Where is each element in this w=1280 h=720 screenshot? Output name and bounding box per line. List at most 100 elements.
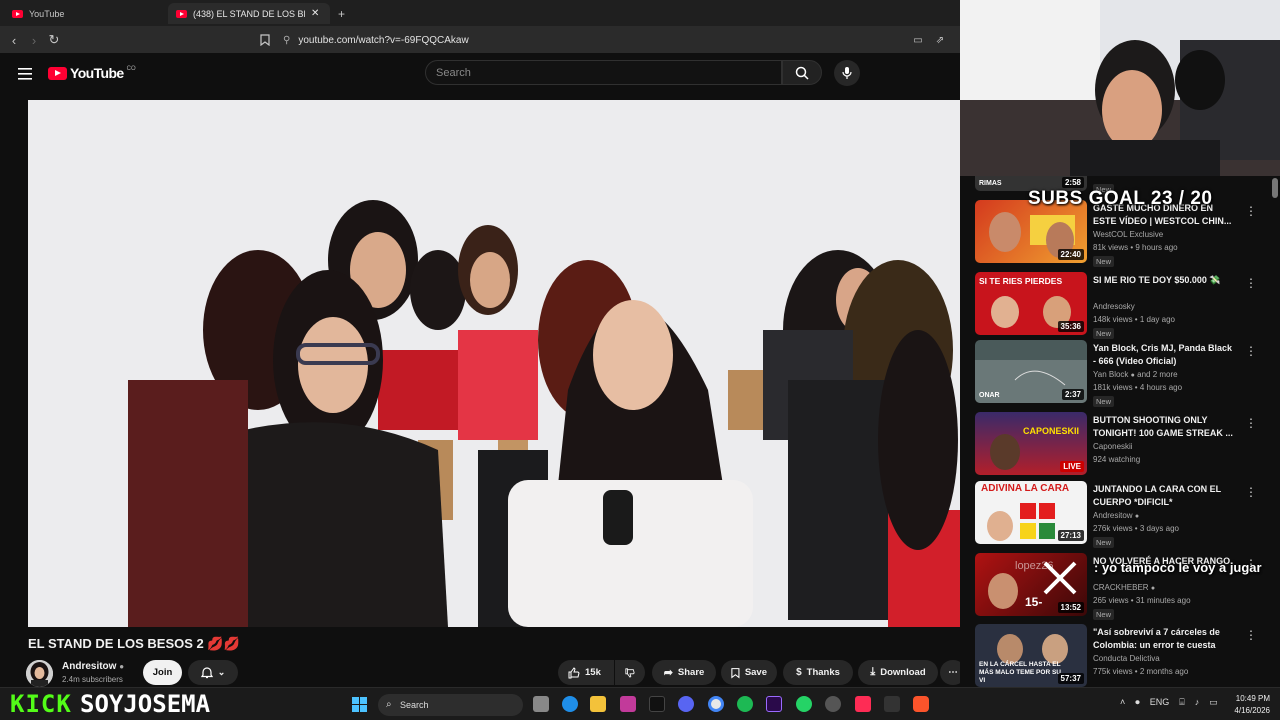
more-options-icon[interactable]: ⋮ [1245, 485, 1257, 499]
video-meta: 775k views • 2 months ago [1093, 667, 1189, 676]
whatsapp-icon[interactable] [796, 696, 812, 712]
save-button[interactable]: Save [721, 660, 777, 685]
join-button[interactable]: Join [143, 660, 182, 685]
notifications-button[interactable]: ⌄ [188, 660, 238, 685]
network-icon[interactable]: ⌸ [1179, 697, 1184, 708]
more-options-icon[interactable]: ⋮ [1245, 276, 1257, 290]
recommendation-item[interactable]: CAPONESKII LIVE BUTTON SHOOTING ONLY TON… [975, 412, 1280, 476]
new-tab-button[interactable]: + [334, 3, 354, 24]
brave-icon[interactable] [913, 696, 929, 712]
video-title[interactable]: "Así sobreviví a 7 cárceles de Colombia:… [1093, 626, 1233, 652]
channel-name[interactable]: Caponeskii [1093, 442, 1133, 451]
video-player[interactable] [28, 100, 965, 627]
clock-date: 4/16/2026 [1234, 706, 1270, 715]
thumbnail-text: SI TE RIES PIERDES [979, 276, 1063, 286]
channel-name-text: Andresitow [1093, 511, 1133, 520]
download-button[interactable]: ⤓ Download [858, 660, 938, 685]
tiktok-icon[interactable] [649, 696, 665, 712]
battery-icon[interactable]: ▭ [1209, 697, 1218, 708]
menu-icon[interactable] [18, 67, 32, 85]
bookmark-icon[interactable] [255, 30, 275, 50]
video-title[interactable]: SI ME RIO TE DOY $50.000 💸 [1093, 274, 1233, 287]
video-title[interactable]: JUNTANDO LA CARA CON EL CUERPO *DIFICIL* [1093, 483, 1233, 509]
like-button[interactable]: 15k [558, 660, 614, 685]
language-indicator[interactable]: ENG [1150, 697, 1170, 708]
windows-start-icon[interactable] [352, 697, 367, 717]
store-icon[interactable] [620, 696, 636, 712]
file-explorer-icon[interactable] [590, 696, 606, 712]
video-title[interactable]: BUTTON SHOOTING ONLY TONIGHT! 100 GAME S… [1093, 414, 1233, 440]
browser-address-bar: ‹ › ↻ ⚲ youtube.com/watch?v=-69FQQCAkaw … [0, 26, 960, 53]
browser-tab-video[interactable]: (438) EL STAND DE LOS BESOS 2 ✕ [168, 3, 330, 24]
thanks-button[interactable]: $ Thanks [783, 660, 853, 685]
search-input[interactable]: Search [425, 60, 782, 85]
channel-name[interactable]: WestCOL Exclusive [1093, 230, 1163, 239]
url-text: youtube.com/watch?v=-69FQQCAkaw [298, 34, 469, 46]
task-view-icon[interactable] [533, 696, 549, 712]
voice-search-button[interactable] [834, 60, 860, 86]
channel-name[interactable]: Andresitow ● [62, 661, 124, 672]
spotify-icon[interactable] [737, 696, 753, 712]
thumbnail-text: RIMAS [979, 180, 1002, 187]
chat-message: : yo tampoco le voy a jugar [1094, 560, 1262, 575]
more-options-icon[interactable]: ⋮ [1245, 628, 1257, 642]
clock[interactable]: 10:49 PM 4/16/2026 [1234, 693, 1270, 717]
youtube-favicon-icon [176, 9, 187, 18]
tray-chevron-icon[interactable]: ˄ [1120, 697, 1125, 708]
tiktok-live-icon[interactable] [855, 696, 871, 712]
share-page-icon[interactable]: ⇗ [930, 30, 950, 50]
channel-name[interactable]: Conducta Delictiva [1093, 654, 1160, 663]
more-options-icon[interactable]: ⋮ [1245, 344, 1257, 358]
video-thumbnail[interactable]: CAPONESKII LIVE [975, 412, 1087, 475]
youtube-favicon-icon [12, 9, 23, 18]
verified-icon: ● [1130, 372, 1135, 379]
channel-name-text: Yan Block [1093, 370, 1129, 379]
video-thumbnail[interactable]: ADIVINA LA CARA 27:13 [975, 481, 1087, 544]
url-field[interactable]: ⚲ youtube.com/watch?v=-69FQQCAkaw [283, 31, 923, 49]
taskbar-search[interactable]: ⌕ Search [378, 694, 523, 716]
chrome-icon[interactable] [708, 696, 724, 712]
more-options-icon[interactable]: ⋮ [1245, 204, 1257, 218]
channel-name[interactable]: Andresitow ● [1093, 511, 1139, 520]
microphone-tray-icon[interactable]: ⏺ [1135, 697, 1140, 708]
app-icon[interactable] [884, 696, 900, 712]
share-button[interactable]: ➦ Share [652, 660, 716, 685]
browser-tab-youtube[interactable]: YouTube [4, 3, 164, 24]
video-thumbnail[interactable]: EN LA CÁRCEL HASTA EL MÁS MALO TEME POR … [975, 624, 1087, 687]
save-icon [731, 667, 740, 678]
back-icon[interactable]: ‹ [4, 30, 24, 50]
channel-name[interactable]: CRACKHEBER ● [1093, 583, 1155, 592]
thumbs-up-icon [568, 666, 580, 678]
recommendation-item[interactable]: ONAR 2:37 Yan Block, Cris MJ, Panda Blac… [975, 340, 1280, 407]
verified-icon: ● [1134, 513, 1140, 520]
search-button[interactable] [782, 60, 822, 85]
recommendation-item[interactable]: SI TE RIES PIERDES 35:36 SI ME RIO TE DO… [975, 272, 1280, 339]
search-icon: ⌕ [386, 699, 392, 710]
forward-icon[interactable]: › [24, 30, 44, 50]
recommendation-item[interactable]: ADIVINA LA CARA 27:13 JUNTANDO LA CARA C… [975, 481, 1280, 548]
channel-name[interactable]: Yan Block ● and 2 more [1093, 370, 1178, 379]
dislike-button[interactable] [615, 660, 645, 685]
live-badge: LIVE [1060, 461, 1084, 472]
channel-avatar[interactable] [26, 660, 53, 687]
new-badge: New [1093, 609, 1115, 620]
channel-name[interactable]: Andresosky [1093, 302, 1135, 311]
volume-icon[interactable]: ♪ [1195, 697, 1200, 708]
video-thumbnail[interactable]: ONAR 2:37 [975, 340, 1087, 403]
edge-icon[interactable] [562, 696, 578, 712]
video-title[interactable]: Yan Block, Cris MJ, Panda Black - 666 (V… [1093, 342, 1233, 368]
sidebar-scrollbar[interactable] [1272, 178, 1278, 198]
reload-icon[interactable]: ↻ [44, 30, 64, 50]
close-tab-icon[interactable]: ✕ [311, 8, 319, 19]
video-thumbnail[interactable]: SI TE RIES PIERDES 35:36 [975, 272, 1087, 335]
obs-icon[interactable] [825, 696, 841, 712]
site-info-icon[interactable]: ⚲ [283, 35, 290, 46]
search-icon [795, 66, 809, 80]
more-options-icon[interactable]: ⋮ [1245, 416, 1257, 430]
thanks-label: Thanks [806, 667, 840, 678]
cast-icon[interactable]: ▭ [908, 30, 928, 50]
recommendation-item[interactable]: EN LA CÁRCEL HASTA EL MÁS MALO TEME POR … [975, 624, 1280, 687]
youtube-logo[interactable]: YouTube CO [48, 65, 136, 81]
discord-icon[interactable] [678, 696, 694, 712]
premiere-icon[interactable] [766, 696, 782, 712]
